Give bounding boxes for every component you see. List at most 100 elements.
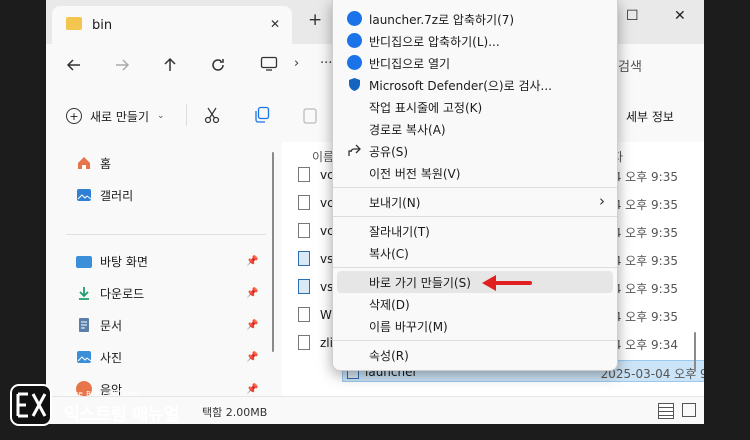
file-date: 4 오후 9:35 <box>613 170 678 184</box>
new-tab-button[interactable]: + <box>308 10 322 30</box>
column-header-name[interactable]: 이름 <box>312 148 334 165</box>
desktop-icon <box>76 256 92 268</box>
brand-logo-icon <box>10 384 52 426</box>
sidebar-item-label: 사진 <box>100 350 123 365</box>
menu-item-send-to[interactable]: 보내기(N) › <box>337 191 613 213</box>
pin-icon[interactable]: 📌 <box>246 384 258 395</box>
sidebar-item-downloads[interactable]: 다운로드 <box>76 282 144 304</box>
share-icon <box>348 144 361 156</box>
file-date: 4 오후 9:35 <box>613 310 678 324</box>
paste-icon[interactable] <box>302 106 318 124</box>
sidebar-item-label: 갤러리 <box>100 188 134 203</box>
7zip-icon <box>347 11 362 26</box>
file-icon <box>298 223 310 238</box>
menu-item-label: 삭제(D) <box>369 298 410 312</box>
cut-icon[interactable] <box>204 106 220 124</box>
menu-item-7zip-compress[interactable]: launcher.7z로 압축하기(7) <box>337 8 613 30</box>
context-menu: launcher.7z로 압축하기(7) 반디집으로 압축하기(L)... 반디… <box>332 0 618 371</box>
details-view-icon[interactable] <box>658 403 674 419</box>
tab-title: bin <box>92 18 113 33</box>
menu-item-label: 보내기(N) <box>369 196 421 210</box>
menu-item-cut[interactable]: 잘라내기(T) <box>337 220 613 242</box>
tab-bin[interactable]: bin ✕ <box>52 6 292 44</box>
menu-item-share[interactable]: 공유(S) <box>337 140 613 162</box>
sidebar-item-home[interactable]: 홈 <box>76 152 111 174</box>
list-scrollbar[interactable] <box>694 332 696 372</box>
bandizip-icon <box>347 55 362 70</box>
navigation-pane: 홈 갤러리 바탕 화면 다운로드 문서 사진 음악 📌 📌 📌 � <box>46 142 282 397</box>
pin-icon[interactable]: 📌 <box>246 352 258 363</box>
chevron-down-icon: ⌄ <box>157 111 165 121</box>
sidebar-scrollbar[interactable] <box>272 152 274 352</box>
file-date: 4 오후 9:35 <box>613 226 678 240</box>
more-path-button[interactable]: ··· <box>320 56 332 71</box>
details-button[interactable]: 세부 정보 <box>626 108 674 125</box>
sidebar-item-label: 다운로드 <box>100 286 145 301</box>
file-date: 4 오후 9:35 <box>613 282 678 296</box>
menu-separator <box>333 267 617 268</box>
refresh-icon[interactable] <box>210 57 226 73</box>
sidebar-item-gallery[interactable]: 갤러리 <box>76 184 133 206</box>
copy-icon[interactable] <box>254 106 270 124</box>
menu-item-copy-path[interactable]: 경로로 복사(A) <box>337 118 613 140</box>
pictures-icon <box>77 351 92 363</box>
brand-name: 익스트림 매뉴얼 <box>64 405 180 425</box>
back-arrow-icon[interactable] <box>66 57 82 73</box>
breadcrumb-chevron-icon[interactable]: › <box>294 56 299 71</box>
pin-icon[interactable]: 📌 <box>246 320 258 331</box>
menu-item-rename[interactable]: 이름 바꾸기(M) <box>337 315 613 337</box>
new-button-label: 새로 만들기 <box>90 109 150 124</box>
bandizip-icon <box>347 33 362 48</box>
forward-arrow-icon[interactable] <box>114 57 130 73</box>
sidebar-item-label: 문서 <box>100 318 123 333</box>
menu-item-defender-scan[interactable]: Microsoft Defender(으)로 검사... <box>337 74 613 96</box>
menu-item-label: 바로 가기 만들기(S) <box>369 276 471 290</box>
menu-item-pin-taskbar[interactable]: 작업 표시줄에 고정(K) <box>337 96 613 118</box>
divider <box>186 104 187 126</box>
up-arrow-icon[interactable] <box>162 57 178 73</box>
maximize-button[interactable]: ☐ <box>626 8 639 24</box>
menu-item-copy[interactable]: 복사(C) <box>337 242 613 264</box>
pin-icon[interactable]: 📌 <box>246 288 258 299</box>
file-name: W <box>320 308 332 322</box>
file-icon <box>298 335 310 350</box>
menu-item-delete[interactable]: 삭제(D) <box>337 293 613 315</box>
exe-file-icon <box>298 279 310 294</box>
selection-status: 택함 2.00MB <box>202 406 268 419</box>
tiles-view-icon[interactable] <box>682 403 696 417</box>
menu-item-label: launcher.7z로 압축하기(7) <box>369 13 515 27</box>
sidebar-item-documents[interactable]: 문서 <box>76 314 122 336</box>
menu-item-bandizip-open[interactable]: 반디집으로 열기 <box>337 52 613 74</box>
sidebar-item-label: 홈 <box>100 156 112 171</box>
menu-item-restore-versions[interactable]: 이전 버전 복원(V) <box>337 162 613 184</box>
chevron-right-icon: › <box>599 192 605 210</box>
brand-tagline: More Better IT Life <box>64 390 139 398</box>
menu-item-properties[interactable]: 속성(R) <box>337 344 613 366</box>
sidebar-item-desktop[interactable]: 바탕 화면 <box>76 250 148 272</box>
menu-item-create-shortcut[interactable]: 바로 가기 만들기(S) <box>337 271 613 293</box>
tab-close-icon[interactable]: ✕ <box>270 17 280 31</box>
file-date: 4 오후 9:34 <box>613 338 678 352</box>
file-icon <box>298 307 310 322</box>
menu-item-bandizip-compress[interactable]: 반디집으로 압축하기(L)... <box>337 30 613 52</box>
sidebar-item-label: 바탕 화면 <box>100 254 148 269</box>
search-box[interactable]: 검색 <box>618 56 642 75</box>
file-icon <box>298 195 310 210</box>
monitor-icon[interactable] <box>260 56 278 72</box>
defender-shield-icon <box>349 78 360 91</box>
file-icon <box>298 167 310 182</box>
close-window-button[interactable]: ✕ <box>674 8 686 24</box>
menu-item-label: 공유(S) <box>369 145 409 159</box>
brand-watermark: More Better IT Life 익스트림 매뉴얼 <box>10 384 210 434</box>
menu-separator <box>333 187 617 188</box>
menu-item-label: 속성(R) <box>369 349 409 363</box>
gallery-icon <box>77 189 92 201</box>
plus-circle-icon: + <box>66 108 82 124</box>
new-button[interactable]: + 새로 만들기 ⌄ <box>66 106 165 126</box>
sidebar-item-pictures[interactable]: 사진 <box>76 346 122 368</box>
menu-item-label: 반디집으로 압축하기(L)... <box>369 35 500 49</box>
exe-file-icon <box>298 251 310 266</box>
pin-icon[interactable]: 📌 <box>246 256 258 267</box>
menu-item-label: Microsoft Defender(으)로 검사... <box>369 79 552 93</box>
menu-item-label: 복사(C) <box>369 247 409 261</box>
